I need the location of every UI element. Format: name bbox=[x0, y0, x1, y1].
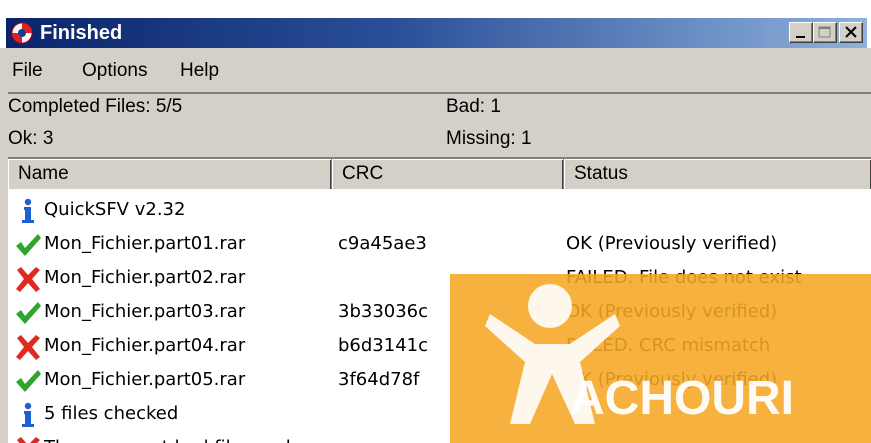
file-name: Mon_Fichier.part04.rar bbox=[44, 335, 246, 356]
missing-count: Missing: 1 bbox=[446, 128, 532, 149]
cross-icon bbox=[14, 333, 42, 361]
window-title: Finished bbox=[40, 22, 123, 44]
svg-text:ACHOURI: ACHOURI bbox=[570, 372, 794, 425]
file-name: Mon_Fichier.part05.rar bbox=[44, 369, 246, 390]
title-bar[interactable]: Finished bbox=[0, 0, 871, 48]
maximize-icon bbox=[818, 26, 831, 38]
results-list[interactable]: Name CRC Status QuickSFV v2.32 Mon_Fichie… bbox=[8, 157, 871, 443]
ok-count: Ok: 3 bbox=[8, 128, 54, 149]
bad-count: Bad: 1 bbox=[446, 96, 501, 117]
check-icon bbox=[14, 367, 42, 395]
menu-bar: File Options Help bbox=[0, 50, 871, 90]
file-name: Mon_Fichier.part03.rar bbox=[44, 301, 246, 322]
menu-help[interactable]: Help bbox=[180, 60, 219, 82]
column-header-name[interactable]: Name bbox=[8, 159, 332, 189]
summary-panel: Completed Files: 5/5 Bad: 1 Ok: 3 Missin… bbox=[8, 92, 871, 156]
cross-icon bbox=[14, 435, 42, 443]
crc-value: 3f64d78f bbox=[338, 369, 420, 390]
info-icon bbox=[14, 401, 42, 429]
quicksfv-window: Finished File Options Help Completed Fil… bbox=[0, 0, 871, 443]
status-text: OK (Previously verified) bbox=[566, 233, 778, 254]
crc-value: c9a45ae3 bbox=[338, 233, 427, 254]
minimize-button[interactable] bbox=[789, 22, 813, 43]
check-icon bbox=[14, 299, 42, 327]
completed-files-count: Completed Files: 5/5 bbox=[8, 96, 183, 117]
file-name: QuickSFV v2.32 bbox=[44, 199, 186, 220]
close-icon bbox=[845, 26, 857, 38]
title-bar-gradient[interactable]: Finished bbox=[6, 18, 867, 48]
close-button[interactable] bbox=[839, 22, 863, 43]
maximize-button[interactable] bbox=[813, 22, 837, 43]
file-name: Mon_Fichier.part01.rar bbox=[44, 233, 246, 254]
list-item[interactable]: QuickSFV v2.32 bbox=[8, 193, 871, 227]
cross-icon bbox=[14, 265, 42, 293]
menu-file[interactable]: File bbox=[12, 60, 43, 82]
file-name: Mon_Fichier.part02.rar bbox=[44, 267, 246, 288]
file-name: There were at bad files and bbox=[44, 437, 291, 443]
crc-value: 3b33036c bbox=[338, 301, 429, 322]
column-header-crc[interactable]: CRC bbox=[332, 159, 564, 189]
file-name: 5 files checked bbox=[44, 403, 179, 424]
column-header-status[interactable]: Status bbox=[564, 159, 871, 189]
minimize-icon bbox=[796, 36, 805, 38]
list-item[interactable]: Mon_Fichier.part01.rar c9a45ae3 OK (Previo… bbox=[8, 227, 871, 261]
info-icon bbox=[14, 197, 42, 225]
menu-options[interactable]: Options bbox=[82, 60, 147, 82]
crc-value: b6d3141c bbox=[338, 335, 429, 356]
list-header: Name CRC Status bbox=[8, 159, 871, 189]
achouri-watermark: ACHOURI bbox=[450, 274, 871, 443]
check-icon bbox=[14, 231, 42, 259]
lifebuoy-icon bbox=[11, 22, 33, 44]
